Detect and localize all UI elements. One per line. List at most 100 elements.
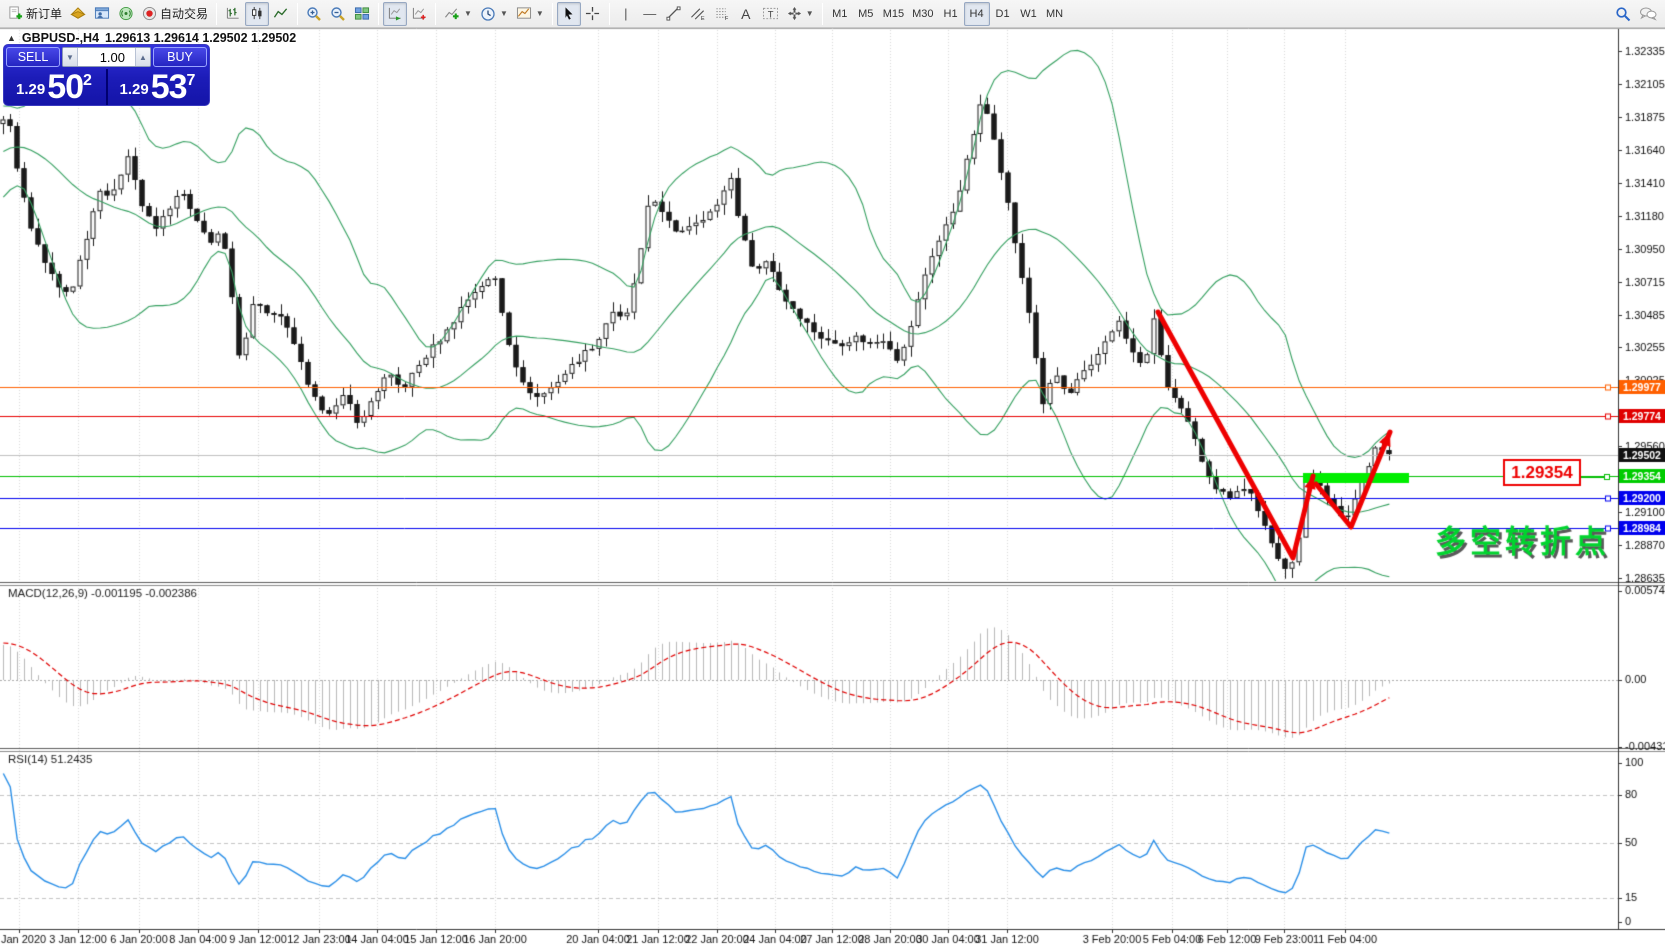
volume-input[interactable]: 1.00 xyxy=(78,48,135,66)
text-label-icon: T xyxy=(762,7,778,19)
candlestick-chart-button[interactable] xyxy=(245,1,270,26)
horizontal-line-icon: — xyxy=(643,6,657,21)
market-watch-button[interactable] xyxy=(66,2,90,26)
autotrading-label: 自动交易 xyxy=(160,7,209,21)
indicators-button[interactable]: ▼ xyxy=(440,2,476,26)
trendline-button[interactable] xyxy=(662,2,686,26)
svg-text:T: T xyxy=(767,9,773,19)
equidistant-channel-button[interactable]: E xyxy=(686,2,710,26)
chart-shift-icon xyxy=(412,7,426,20)
cursor-icon xyxy=(565,7,573,20)
text-label-button[interactable]: T xyxy=(758,2,783,26)
arrows-button[interactable]: ▼ xyxy=(783,2,818,26)
tf-h1-button[interactable]: H1 xyxy=(938,2,964,26)
svg-text:F: F xyxy=(725,16,729,21)
text-button[interactable]: A xyxy=(734,2,758,26)
search-button[interactable] xyxy=(1611,2,1635,26)
toolbar-separator xyxy=(435,2,437,25)
toolbar-separator xyxy=(821,2,823,25)
buy-button[interactable]: BUY xyxy=(153,47,207,67)
new-order-label: 新订单 xyxy=(26,7,63,21)
profile-icon xyxy=(94,7,110,19)
signals-icon xyxy=(119,6,133,21)
main-toolbar: 新订单 自动交易 ▼ ▼ ▼ | — E F A T ▼ M1 M5 M15 M… xyxy=(0,0,1665,28)
sell-price-pip: 2 xyxy=(83,72,92,89)
zoom-in-button[interactable] xyxy=(302,2,326,26)
indicators-icon xyxy=(445,8,459,20)
arrows-icon xyxy=(787,6,801,21)
tf-h4-button[interactable]: H4 xyxy=(963,1,990,26)
chevron-down-icon: ▼ xyxy=(535,9,544,18)
zoom-out-button[interactable] xyxy=(326,2,350,26)
ohlc-values: 1.29613 1.29614 1.29502 1.29502 xyxy=(105,31,297,45)
chat-icon xyxy=(1640,7,1657,21)
one-click-trading-panel: SELL ▼ 1.00 ▲ BUY 1.29 50 2 1.29 53 7 xyxy=(3,44,210,106)
new-order-icon xyxy=(9,6,23,20)
zoom-in-icon xyxy=(307,6,321,21)
auto-scroll-button[interactable] xyxy=(383,1,408,26)
templates-button[interactable]: ▼ xyxy=(512,2,548,26)
autotrading-button[interactable]: 自动交易 xyxy=(138,2,212,26)
clock-icon xyxy=(481,6,495,21)
volume-increase-button[interactable]: ▲ xyxy=(135,48,150,66)
fibonacci-button[interactable]: F xyxy=(710,2,734,26)
tf-mn-button[interactable]: MN xyxy=(1042,2,1068,26)
sell-price-button[interactable]: 1.29 50 2 xyxy=(4,69,108,105)
tf-m1-button[interactable]: M1 xyxy=(827,2,853,26)
vertical-line-button[interactable]: | xyxy=(614,2,638,26)
line-chart-icon xyxy=(273,8,288,18)
horizontal-line-button[interactable]: — xyxy=(638,2,662,26)
symbol-period-label: GBPUSD-,H4 xyxy=(21,31,100,45)
chart-title: ▲ GBPUSD-,H4 1.29613 1.29614 1.29502 1.2… xyxy=(7,31,296,45)
gold-chart-icon xyxy=(70,7,86,19)
cursor-button[interactable] xyxy=(556,1,581,26)
vertical-line-icon: | xyxy=(624,6,628,21)
channel-icon: E xyxy=(690,8,705,21)
price-chart-canvas[interactable] xyxy=(0,0,1665,950)
sell-button[interactable]: SELL xyxy=(6,47,60,67)
autotrading-icon xyxy=(142,6,157,21)
toolbar-separator xyxy=(378,2,380,25)
fibonacci-icon: F xyxy=(716,8,729,21)
tf-d1-button[interactable]: D1 xyxy=(990,2,1016,26)
buy-price-pip: 7 xyxy=(186,72,196,89)
bar-chart-button[interactable] xyxy=(221,2,245,26)
line-chart-button[interactable] xyxy=(269,2,293,26)
tf-m5-button[interactable]: M5 xyxy=(853,2,879,26)
buy-price-prefix: 1.29 xyxy=(119,81,149,98)
collapse-icon[interactable]: ▲ xyxy=(7,33,16,43)
candlestick-chart-icon xyxy=(252,6,262,20)
chat-button[interactable] xyxy=(1635,2,1661,26)
crosshair-button[interactable] xyxy=(581,2,605,26)
chevron-down-icon: ▼ xyxy=(499,9,508,18)
tile-windows-button[interactable] xyxy=(350,2,374,26)
periods-button[interactable]: ▼ xyxy=(476,2,512,26)
buy-price-button[interactable]: 1.29 53 7 xyxy=(108,69,210,105)
chart-shift-button[interactable] xyxy=(407,2,431,26)
toolbar-separator xyxy=(551,2,553,25)
tf-w1-button[interactable]: W1 xyxy=(1016,2,1042,26)
chevron-down-icon: ▼ xyxy=(805,9,814,18)
new-order-button[interactable]: 新订单 xyxy=(4,2,66,26)
toolbar-separator xyxy=(216,2,218,25)
volume-stepper: ▼ 1.00 ▲ xyxy=(62,47,151,67)
template-icon xyxy=(516,7,531,19)
svg-text:E: E xyxy=(701,16,705,21)
volume-decrease-button[interactable]: ▼ xyxy=(63,48,78,66)
auto-scroll-icon xyxy=(388,7,401,21)
text-icon: A xyxy=(741,5,751,22)
tf-m15-button[interactable]: M15 xyxy=(879,2,908,26)
profile-button[interactable] xyxy=(90,2,114,26)
buy-price-big: 53 xyxy=(150,68,188,106)
toolbar-separator xyxy=(608,2,610,25)
zoom-out-icon xyxy=(331,6,345,21)
sell-price-big: 50 xyxy=(47,68,84,106)
tf-m30-button[interactable]: M30 xyxy=(908,2,937,26)
tile-windows-icon xyxy=(355,7,370,20)
bar-chart-icon xyxy=(226,7,239,19)
trendline-icon xyxy=(666,6,681,21)
chevron-down-icon: ▼ xyxy=(464,9,472,18)
crosshair-icon xyxy=(586,6,600,21)
sell-price-prefix: 1.29 xyxy=(16,81,46,98)
signals-button[interactable] xyxy=(114,2,138,26)
